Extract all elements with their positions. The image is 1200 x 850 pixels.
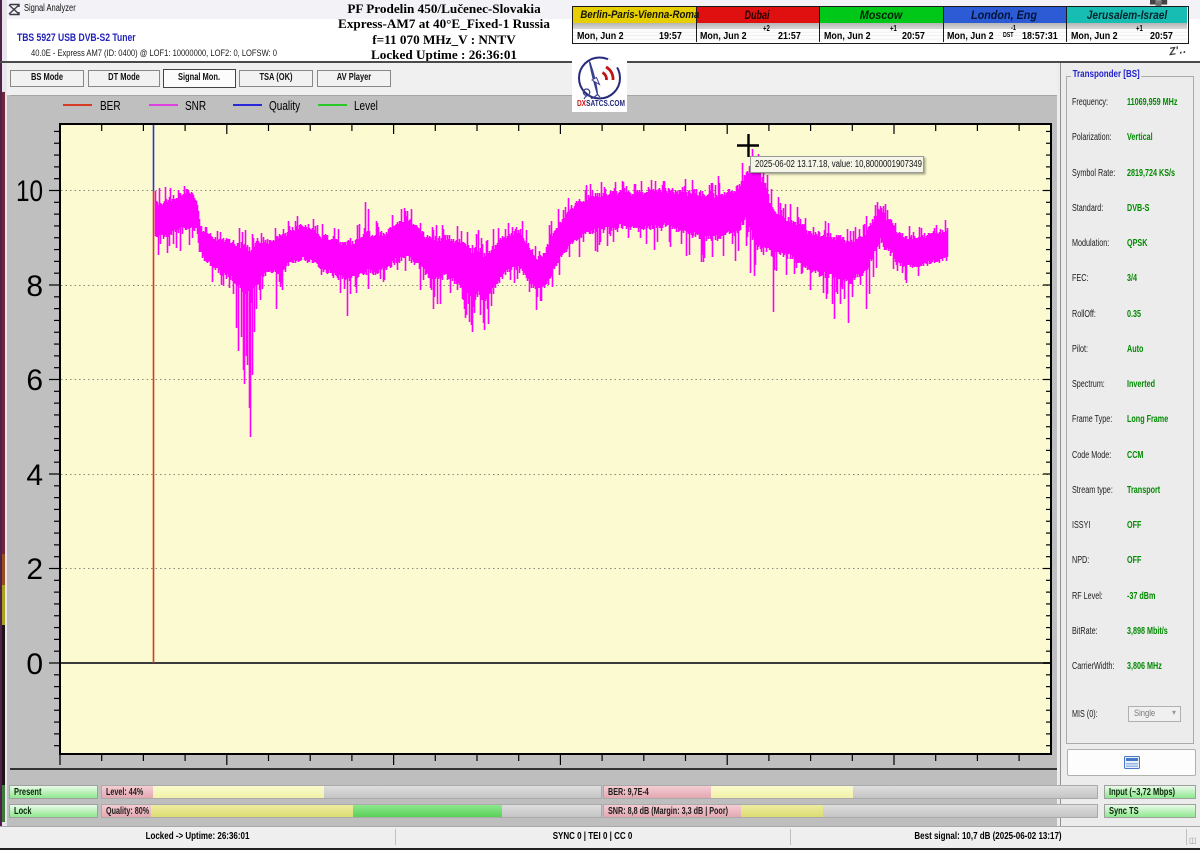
svg-text:6: 6 bbox=[26, 364, 43, 397]
svg-text:4: 4 bbox=[26, 459, 43, 492]
svg-text:10: 10 bbox=[16, 175, 43, 208]
svg-text:2: 2 bbox=[26, 553, 43, 586]
svg-text:0: 0 bbox=[26, 648, 43, 681]
svg-text:8: 8 bbox=[26, 270, 43, 303]
